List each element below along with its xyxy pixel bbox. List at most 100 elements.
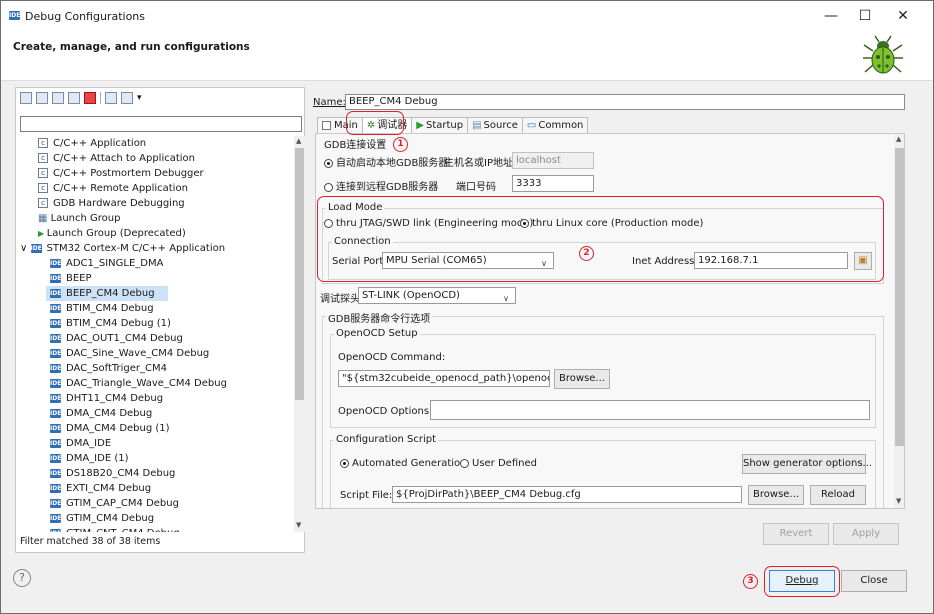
remote-gdb-radio[interactable]: 连接到远程GDB服务器	[324, 178, 438, 193]
reload-button[interactable]: Reload	[810, 485, 866, 505]
tree-item[interactable]: IDE DAC_OUT1_CM4 Debug	[16, 331, 183, 346]
scroll-down-icon[interactable]: ▼	[896, 497, 901, 505]
tree-scrollbar[interactable]: ▲ ▼	[294, 136, 305, 532]
radio-unselected-icon	[324, 182, 333, 192]
filter-icon[interactable]	[121, 92, 133, 104]
tree-item[interactable]: ∨ IDE STM32 Cortex-M C/C++ Application	[16, 241, 225, 256]
new-prototype-icon[interactable]	[36, 92, 48, 104]
tree-item[interactable]: IDE GTIM_CNT_CM4 Debug	[16, 526, 180, 532]
tree-item-label: Launch Group	[50, 213, 121, 224]
openocd-command-label: OpenOCD Command:	[338, 352, 446, 363]
scroll-down-icon[interactable]: ▼	[296, 521, 301, 529]
tree-item-label: GTIM_CAP_CM4 Debug	[66, 498, 179, 509]
tab-source[interactable]: ▤ Source	[467, 117, 523, 134]
user-defined-radio[interactable]: User Defined	[460, 458, 537, 469]
tree-item[interactable]: IDE DS18B20_CM4 Debug	[16, 466, 175, 481]
new-config-icon[interactable]	[20, 92, 32, 104]
toolbar-separator	[100, 92, 101, 104]
port-label: 端口号码	[456, 182, 496, 193]
tab-common[interactable]: ▭ Common	[521, 117, 589, 134]
host-field[interactable]: localhost	[512, 152, 594, 169]
tree-item[interactable]: c C/C++ Attach to Application	[16, 151, 195, 166]
minimize-button[interactable]: —	[817, 5, 845, 27]
tree-item-label: DHT11_CM4 Debug	[66, 393, 164, 404]
tree-item[interactable]: IDE DHT11_CM4 Debug	[16, 391, 163, 406]
tree-item[interactable]: IDE GTIM_CAP_CM4 Debug	[16, 496, 179, 511]
tree-item[interactable]: IDE EXTI_CM4 Debug	[16, 481, 151, 496]
tree-item[interactable]: IDE BTIM_CM4 Debug (1)	[16, 316, 171, 331]
c-config-icon: c	[38, 183, 48, 193]
close-window-button[interactable]: ✕	[889, 5, 917, 27]
port-field[interactable]: 3333	[512, 175, 594, 192]
scroll-up-icon[interactable]: ▲	[296, 137, 301, 145]
debug-bug-icon	[863, 35, 903, 74]
tree-item[interactable]: IDE DMA_CM4 Debug	[16, 406, 152, 421]
auto-start-gdb-radio[interactable]: 自动启动本地GDB服务器	[324, 154, 448, 169]
script-browse-button[interactable]: Browse...	[748, 485, 804, 505]
collapse-all-icon[interactable]	[105, 92, 117, 104]
startup-tab-icon: ▶	[416, 120, 424, 131]
gdb-server-options-title: GDB服务器命令行选项	[326, 310, 433, 325]
scroll-up-icon[interactable]: ▲	[896, 135, 901, 143]
ide-icon: IDE	[50, 483, 62, 493]
tree-item[interactable]: ▦ Launch Group	[16, 211, 120, 226]
tree-item[interactable]: c GDB Hardware Debugging	[16, 196, 185, 211]
openocd-command-field[interactable]: "${stm32cubeide_openocd_path}\openocd.ex…	[338, 370, 550, 387]
show-generator-options-button[interactable]: Show generator options...	[742, 454, 872, 474]
tree-item-label: STM32 Cortex-M C/C++ Application	[46, 243, 226, 254]
annotation-box-debugger-tab	[346, 111, 404, 135]
debug-configurations-window: IDE Debug Configurations — ☐ ✕ Create, m…	[0, 0, 934, 614]
apply-button[interactable]: Apply	[833, 523, 899, 545]
maximize-button[interactable]: ☐	[851, 5, 879, 27]
tree-toolbar: ▾	[20, 92, 220, 108]
tree-item[interactable]: IDE DAC_Sine_Wave_CM4 Debug	[16, 346, 209, 361]
tree-item[interactable]: IDE ADC1_SINGLE_DMA	[16, 256, 163, 271]
panel-scroll-thumb[interactable]	[895, 148, 904, 446]
duplicate-icon[interactable]	[68, 92, 80, 104]
tree-item-label: C/C++ Remote Application	[53, 183, 188, 194]
openocd-setup-title: OpenOCD Setup	[334, 328, 420, 339]
tree-item[interactable]: IDE BTIM_CM4 Debug	[16, 301, 154, 316]
script-file-field[interactable]: ${ProjDirPath}\BEEP_CM4 Debug.cfg	[392, 486, 742, 503]
c-config-icon: c	[38, 138, 48, 148]
tree-item[interactable]: IDE DMA_IDE (1)	[16, 451, 128, 466]
tree-item-label: GTIM_CNT_CM4 Debug	[66, 528, 180, 532]
tree-item-label: DAC_Sine_Wave_CM4 Debug	[66, 348, 210, 359]
tree-item-label: BTIM_CM4 Debug	[66, 303, 154, 314]
ide-icon: IDE	[50, 318, 62, 328]
tree-item[interactable]: IDE GTIM_CM4 Debug	[16, 511, 154, 526]
automated-generation-radio[interactable]: Automated Generation	[340, 458, 466, 469]
tree-item[interactable]: c C/C++ Remote Application	[16, 181, 188, 196]
openocd-browse-button[interactable]: Browse...	[554, 369, 610, 389]
tree-item[interactable]: c C/C++ Application	[16, 136, 146, 151]
ide-icon: IDE	[50, 348, 62, 358]
tree-item-label: BEEP	[66, 273, 92, 284]
tree-item[interactable]: IDE DAC_Triangle_Wave_CM4 Debug	[16, 376, 227, 391]
panel-scrollbar[interactable]: ▲ ▼	[894, 134, 904, 508]
chevron-down-icon[interactable]: ▾	[137, 93, 142, 103]
close-button[interactable]: Close	[841, 570, 907, 592]
export-icon[interactable]	[52, 92, 64, 104]
tab-startup[interactable]: ▶ Startup	[411, 117, 469, 134]
revert-button[interactable]: Revert	[763, 523, 829, 545]
tree-item[interactable]: IDE BEEP	[16, 271, 92, 286]
name-field[interactable]: BEEP_CM4 Debug	[345, 94, 905, 110]
annotation-marker-2: 2	[579, 246, 594, 261]
ide-icon: IDE	[50, 513, 62, 523]
expand-chevron-icon[interactable]: ∨	[20, 243, 31, 254]
tree-item[interactable]: IDE DMA_IDE	[16, 436, 111, 451]
c-config-icon: c	[38, 153, 48, 163]
openocd-options-field[interactable]	[430, 400, 870, 420]
tree-scroll-thumb[interactable]	[295, 148, 304, 400]
tree-item[interactable]: c C/C++ Postmortem Debugger	[16, 166, 204, 181]
tree-item-label: ADC1_SINGLE_DMA	[66, 258, 164, 269]
debug-probe-select[interactable]: ST-LINK (OpenOCD) ∨	[358, 287, 516, 304]
tree-item[interactable]: ▶ Launch Group (Deprecated)	[16, 226, 186, 241]
tree-item[interactable]: IDE DAC_SoftTriger_CM4	[16, 361, 167, 376]
tree-item[interactable]: IDE DMA_CM4 Debug (1)	[16, 421, 170, 436]
ide-icon: IDE	[50, 528, 61, 532]
delete-icon[interactable]	[84, 92, 96, 104]
help-icon[interactable]: ?	[13, 569, 31, 587]
tree-item[interactable]: IDE BEEP_CM4 Debug	[46, 286, 168, 301]
filter-input[interactable]	[20, 116, 302, 132]
